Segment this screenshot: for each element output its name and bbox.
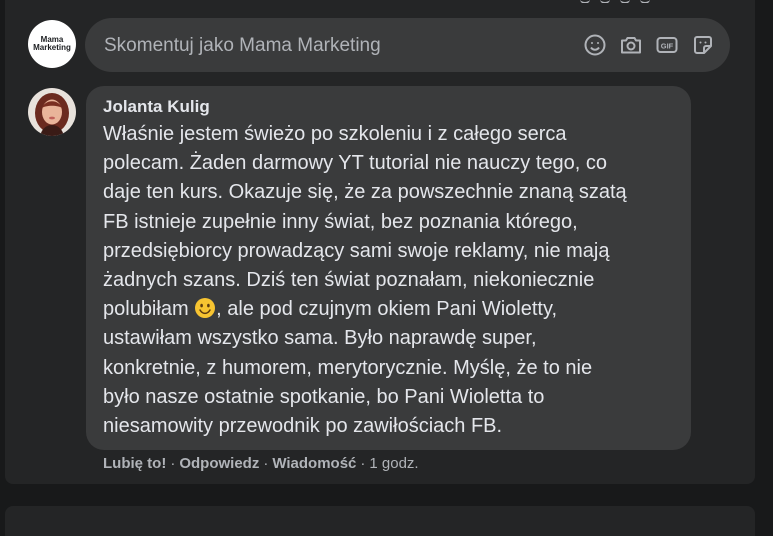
- comment-actions: Lubię to! · Odpowiedz · Wiadomość · 1 go…: [103, 455, 419, 472]
- comment-composer[interactable]: GIF: [85, 18, 730, 72]
- sticker-icon[interactable]: [690, 32, 716, 58]
- reply-link[interactable]: Odpowiedz: [179, 455, 259, 472]
- next-post-card: [5, 506, 755, 536]
- camera-icon[interactable]: [618, 32, 644, 58]
- smile-emoji-icon: [194, 297, 216, 319]
- comment-timestamp[interactable]: 1 godz.: [369, 455, 418, 472]
- like-link[interactable]: Lubię to!: [103, 455, 166, 472]
- separator: ·: [360, 455, 366, 472]
- emoji-icon[interactable]: [582, 32, 608, 58]
- separator: ·: [263, 455, 269, 472]
- top-reaction-fragment: [580, 0, 675, 3]
- commenter-avatar[interactable]: [28, 88, 76, 136]
- comment-bubble: Jolanta Kulig Właśnie jestem świeżo po s…: [86, 86, 691, 450]
- gif-icon[interactable]: GIF: [654, 32, 680, 58]
- separator: ·: [170, 455, 176, 472]
- comment-text: Właśnie jestem świeżo po szkoleniu i z c…: [103, 120, 678, 441]
- message-link[interactable]: Wiadomość: [272, 455, 356, 472]
- comment-input[interactable]: [102, 30, 546, 62]
- avatar-text-line2: Marketing: [33, 43, 71, 52]
- comment-author[interactable]: Jolanta Kulig: [103, 97, 210, 117]
- page-avatar[interactable]: Mama Marketing: [28, 20, 76, 68]
- svg-text:GIF: GIF: [661, 42, 674, 51]
- comment-text-part1: Właśnie jestem świeżo po szkoleniu i z c…: [103, 123, 627, 321]
